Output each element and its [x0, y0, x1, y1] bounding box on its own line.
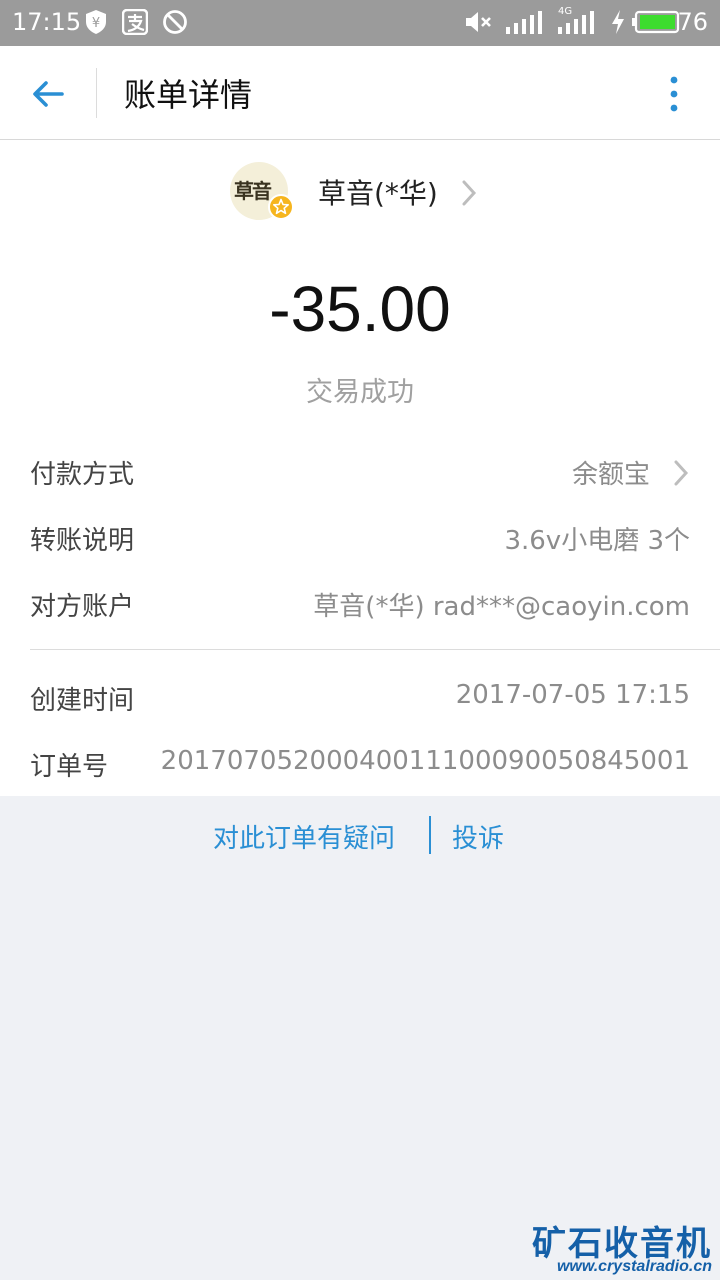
section-divider: [30, 649, 720, 650]
signal-icon: [506, 11, 542, 34]
battery-level: 76: [677, 8, 708, 36]
created-time-row: 创建时间 2017-07-05 17:15: [30, 680, 690, 720]
chevron-right-icon: [674, 460, 689, 486]
detail-value: 20170705200040011100090050845001: [160, 746, 690, 776]
mute-icon: [466, 12, 491, 32]
avatar-logo-text: 草音: [234, 179, 272, 203]
footer-links: 对此订单有疑问 投诉: [0, 814, 720, 856]
watermark: 矿石收音机 www.crystalradio.cn: [532, 1216, 712, 1280]
more-vertical-icon[interactable]: [660, 74, 688, 114]
app-bar-divider: [96, 68, 97, 118]
merchant-name: 草音(*华): [318, 177, 438, 210]
svg-text:¥: ¥: [92, 16, 100, 31]
detail-value: 草音(*华) rad***@caoyin.com: [313, 592, 690, 622]
avatar: 草音: [230, 162, 294, 220]
alipay-icon: [122, 9, 148, 35]
transfer-note-row: 转账说明 3.6v小电磨 3个: [30, 520, 690, 560]
order-question-link[interactable]: 对此订单有疑问: [213, 818, 395, 855]
star-badge-icon: [268, 194, 294, 220]
detail-label: 转账说明: [30, 526, 135, 556]
detail-label: 付款方式: [30, 460, 135, 490]
link-divider: [429, 816, 431, 854]
bill-detail-card: 草音 草音(*华) -35.00 交易成功 付款方式 余额宝 转账说明 3.6v…: [0, 140, 720, 796]
status-time: 17:15: [12, 8, 82, 36]
detail-label: 创建时间: [30, 686, 135, 716]
transaction-status: 交易成功: [306, 377, 414, 408]
order-number-row: 订单号 20170705200040011100090050845001: [30, 746, 690, 786]
back-arrow-icon[interactable]: [28, 74, 68, 114]
chevron-right-icon: [462, 180, 477, 206]
payment-method-row[interactable]: 付款方式 余额宝: [30, 454, 690, 494]
detail-label: 对方账户: [30, 592, 135, 622]
battery-icon: [632, 10, 680, 34]
detail-label: 订单号: [30, 752, 109, 782]
no-disturb-icon: [163, 10, 187, 34]
complain-link[interactable]: 投诉: [452, 818, 504, 855]
page-title: 账单详情: [124, 76, 253, 114]
detail-value: 余额宝: [571, 460, 650, 490]
detail-value: 3.6v小电磨 3个: [504, 526, 690, 556]
signal-4g-label: 4G: [558, 6, 573, 17]
detail-value: 2017-07-05 17:15: [455, 680, 690, 710]
transaction-amount: -35.00: [269, 273, 451, 345]
counterparty-account-row: 对方账户 草音(*华) rad***@caoyin.com: [30, 586, 690, 626]
status-bar: 17:15 ¥ 4G 76: [0, 0, 720, 46]
yuan-shield-icon: ¥: [86, 10, 106, 34]
watermark-url: www.crystalradio.cn: [556, 1258, 712, 1275]
app-bar: 账单详情: [0, 46, 720, 140]
merchant-header[interactable]: 草音 草音(*华): [230, 162, 490, 226]
charging-icon: [612, 10, 624, 34]
